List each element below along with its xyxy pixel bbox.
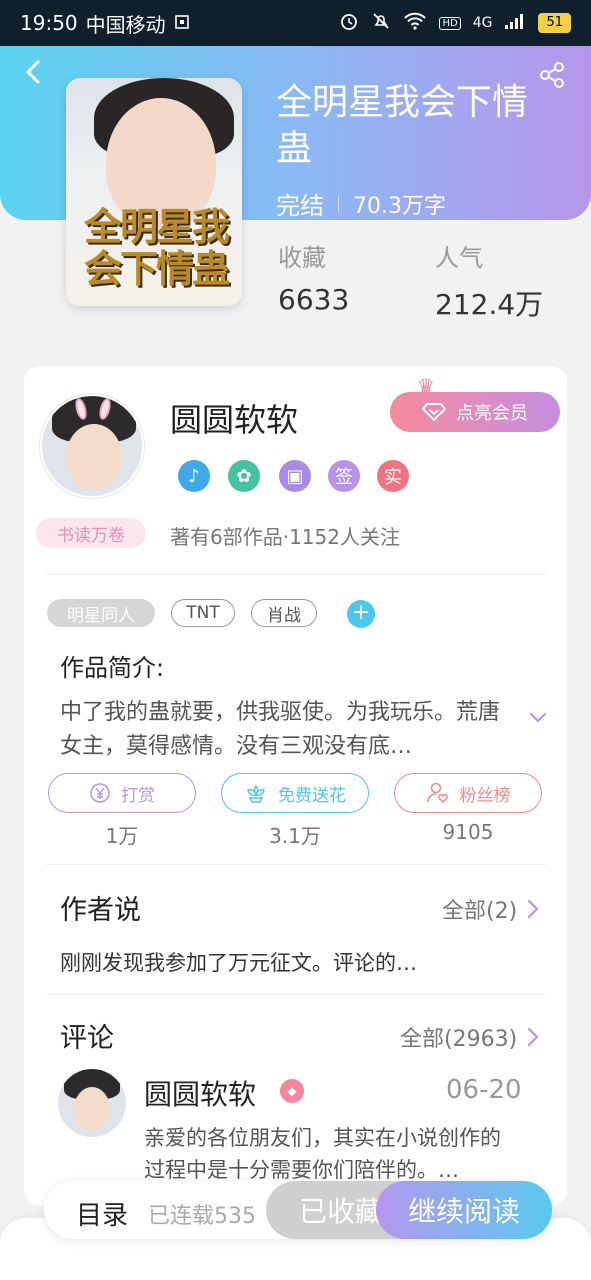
meta-divider — [338, 194, 339, 213]
user-heart-icon — [426, 782, 448, 804]
author-works-info: 著有6部作品·1152人关注 — [170, 525, 400, 549]
book-status: 完结 — [276, 192, 324, 220]
divider — [46, 574, 546, 575]
chevron-right-icon — [528, 899, 539, 919]
fan-rank-button[interactable]: 粉丝榜 — [394, 773, 542, 813]
favorites-value: 6633 — [278, 283, 350, 316]
comment-text[interactable]: 亲爱的各位朋友们，其实在小说创作的过程中是十分需要你们陪伴的。… — [144, 1122, 514, 1186]
signal-icon — [504, 12, 526, 34]
cover-title-art: 全明星我会下情蛊 — [83, 205, 230, 291]
book-cover[interactable]: 全明星我会下情蛊 — [66, 78, 242, 306]
badge-handshake-icon[interactable]: ✿ — [228, 460, 260, 492]
flower-icon — [247, 784, 265, 803]
read-level-tag: 书读万卷 — [36, 518, 146, 548]
tag-xiaozhan[interactable]: 肖战 — [251, 599, 317, 627]
avatar-face — [74, 1087, 110, 1131]
chevron-down-icon[interactable] — [528, 708, 548, 728]
send-flower-button[interactable]: 免费送花 — [221, 773, 369, 813]
badge-music-icon[interactable]: ♪ — [178, 460, 210, 492]
wifi-icon — [403, 12, 427, 34]
tip-label: 打赏 — [121, 785, 155, 806]
mute-icon — [371, 11, 391, 35]
comments-title: 评论 — [60, 1023, 114, 1054]
divider — [46, 864, 546, 865]
network-type: 4G — [472, 15, 493, 31]
comments-all-link[interactable]: 全部(2963) — [400, 1021, 539, 1053]
status-bar: 19:50 中国移动 HD 4G 51 — [0, 0, 591, 46]
serial-info: 已连载535 — [148, 1204, 256, 1229]
back-arrow-icon — [25, 60, 40, 84]
intro-text[interactable]: 中了我的蛊就要，供我驱使。为我玩乐。荒唐女主，莫得感情。没有三观没有底… — [60, 696, 510, 764]
tag-tnt[interactable]: TNT — [171, 599, 235, 627]
comments-link-label: 全部(2963) — [400, 1027, 518, 1052]
badge-signed[interactable]: 签 — [328, 460, 360, 492]
tip-button[interactable]: 打赏 — [48, 773, 196, 813]
author-name[interactable]: 圆圆软软 — [170, 395, 298, 441]
vip-diamond-icon: ◆ — [280, 1079, 304, 1103]
comment-avatar[interactable] — [58, 1069, 126, 1137]
favorites-label: 收藏 — [278, 244, 326, 272]
book-meta: 完结 70.3万字 — [276, 186, 446, 221]
comment-author-name[interactable]: 圆圆软软 — [144, 1073, 256, 1113]
author-say-text[interactable]: 刚刚发现我参加了万元征文。评论的… — [60, 947, 417, 977]
status-carrier: 中国移动 — [85, 12, 166, 37]
popularity-value: 212.4万 — [435, 288, 544, 321]
author-say-all-link[interactable]: 全部(2) — [442, 893, 539, 925]
diamond-icon — [422, 403, 446, 422]
battery-indicator: 51 — [538, 13, 571, 33]
avatar-face — [66, 424, 122, 490]
back-button[interactable] — [20, 58, 52, 90]
book-word-count: 70.3万字 — [353, 193, 446, 219]
badge-verified[interactable]: 实 — [377, 460, 409, 492]
author-avatar[interactable] — [40, 394, 144, 498]
status-icons: HD 4G 51 — [339, 11, 571, 35]
hd-badge: HD — [439, 16, 461, 30]
add-tag-button[interactable]: + — [347, 600, 375, 628]
screenshot-icon — [174, 11, 190, 35]
continue-reading-button[interactable]: 继续阅读 — [376, 1181, 552, 1239]
vip-label: 点亮会员 — [456, 403, 528, 424]
popularity-label: 人气 — [435, 244, 483, 272]
intro-label: 作品简介: — [60, 654, 165, 682]
comment-date: 06-20 — [446, 1075, 522, 1105]
divider — [46, 994, 546, 995]
flower-count: 3.1万 — [269, 824, 321, 848]
toc-button[interactable]: 目录 — [76, 1195, 128, 1232]
alarm-icon — [339, 11, 359, 35]
tip-count: 1万 — [105, 824, 139, 848]
chevron-right-icon — [528, 1027, 539, 1047]
author-say-link-label: 全部(2) — [442, 899, 518, 924]
status-time: 19:50 — [20, 11, 78, 35]
author-say-title: 作者说 — [60, 895, 141, 926]
fan-rank-label: 粉丝榜 — [459, 785, 511, 806]
badge-book-icon[interactable]: ▣ — [279, 460, 311, 492]
book-title: 全明星我会下情蛊 — [276, 82, 529, 169]
vip-button[interactable]: 点亮会员 — [390, 392, 560, 432]
tag-genre[interactable]: 明星同人 — [47, 599, 155, 627]
yen-icon — [90, 783, 110, 803]
send-flower-label: 免费送花 — [278, 785, 346, 806]
fan-count: 9105 — [442, 820, 494, 844]
